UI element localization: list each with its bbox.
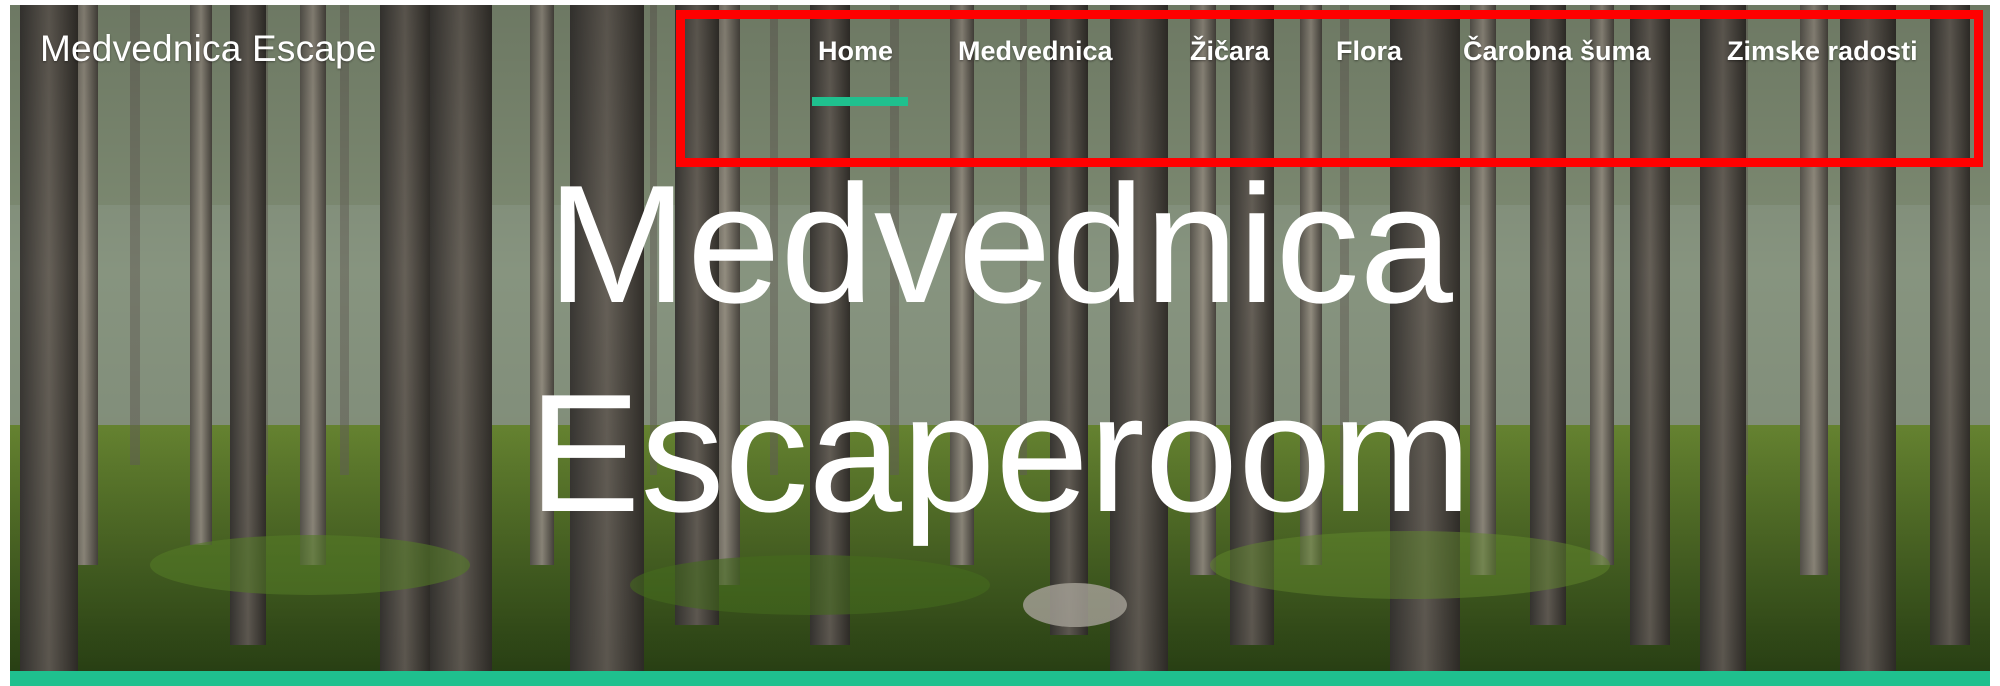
nav-item-zicara[interactable]: Žičara [1190,36,1270,67]
nav-item-medvednica[interactable]: Medvednica [958,36,1113,67]
nav-item-carobna-suma[interactable]: Čarobna šuma [1463,36,1651,67]
nav-item-home[interactable]: Home [818,36,893,67]
nav-highlight-box [676,10,1983,167]
hero-title-line2: Escaperoom [528,359,1472,547]
nav-item-zimske-radosti[interactable]: Zimske radosti [1727,36,1918,67]
hero-title-line1: Medvednica [547,150,1453,338]
site-logo[interactable]: Medvednica Escape [40,28,377,70]
hero-bottom-accent-bar [10,671,1990,686]
nav-item-flora[interactable]: Flora [1336,36,1402,67]
active-nav-indicator [812,97,908,106]
